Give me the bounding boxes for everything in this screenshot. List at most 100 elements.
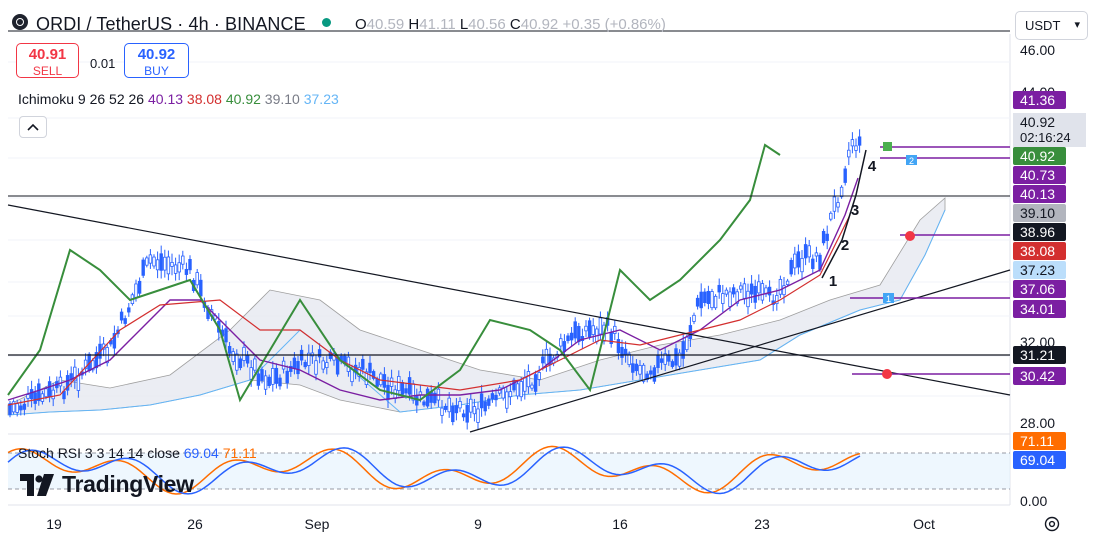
candle	[195, 272, 199, 286]
chevron-down-icon: ▾	[1074, 19, 1080, 31]
candle	[746, 290, 750, 308]
collapse-legend-button[interactable]	[19, 116, 47, 138]
candle	[695, 297, 700, 307]
stoch-tick-label: 0.00	[1020, 493, 1047, 509]
candle	[785, 280, 790, 285]
candle	[440, 407, 444, 416]
candle	[623, 348, 628, 356]
candle	[724, 289, 729, 295]
y-tick-label: 46.00	[1020, 42, 1055, 58]
ohlc-item: O40.59	[355, 16, 409, 33]
ichimoku-value: 40.92	[221, 91, 261, 107]
price-tag-label: 40.92	[1020, 114, 1055, 130]
candle	[537, 372, 541, 380]
candle	[559, 338, 563, 347]
candle	[26, 394, 30, 399]
buy-button[interactable]: 40.92 BUY	[124, 43, 189, 78]
candle	[634, 363, 639, 372]
candle	[476, 408, 480, 423]
buy-label: BUY	[144, 64, 169, 78]
bar-countdown: 02:16:24	[1020, 130, 1071, 145]
candle	[458, 401, 462, 409]
chart-header: ORDI / TetherUS · 4h · BINANCE O40.59 H4…	[0, 0, 1010, 34]
candle	[335, 357, 340, 375]
candle	[692, 314, 696, 322]
candle	[508, 391, 513, 398]
candle	[447, 397, 451, 413]
candle	[832, 196, 837, 212]
candle	[760, 283, 765, 301]
candle	[400, 382, 405, 395]
candle	[523, 377, 527, 392]
candle	[515, 383, 520, 397]
candle	[767, 286, 772, 296]
candle	[253, 358, 257, 371]
candle	[361, 358, 365, 370]
wave-label: 3	[851, 202, 859, 219]
candle	[134, 283, 138, 298]
candle	[811, 258, 815, 269]
currency-select[interactable]: USDT ▾	[1015, 11, 1088, 40]
spread-value: 0.01	[90, 56, 116, 71]
candle	[184, 268, 189, 275]
candle	[674, 348, 678, 366]
stoch-rsi-value: 71.11	[218, 445, 257, 461]
price-chart[interactable]: 46.0044.0032.0028.000.001926Sep91623Oct1…	[0, 0, 1100, 551]
candle	[829, 212, 833, 220]
candle	[76, 375, 81, 391]
ichimoku-legend[interactable]: Ichimoku 9 26 52 26 40.13 38.08 40.92 39…	[18, 91, 339, 107]
candle	[803, 244, 808, 259]
stoch-tag-label: 71.11	[1020, 433, 1054, 449]
sell-button[interactable]: 40.91 SELL	[16, 43, 79, 78]
candle	[638, 365, 642, 375]
price-tag-label: 39.10	[1020, 205, 1055, 221]
candle	[685, 336, 689, 351]
currency-value: USDT	[1025, 18, 1061, 33]
x-tick-label: 9	[474, 516, 482, 532]
candle	[613, 325, 617, 334]
price-tag-label: 37.06	[1020, 281, 1055, 297]
price-tag-label: 40.92	[1020, 148, 1055, 164]
ichimoku-value: 40.13	[147, 91, 184, 107]
alert-check-icon	[883, 142, 892, 151]
price-tag-label: 41.36	[1020, 92, 1055, 108]
chevron-up-icon	[27, 123, 39, 131]
symbol-logo-icon	[12, 14, 28, 30]
x-tick-label: 26	[187, 516, 203, 532]
ichimoku-value: 38.08	[183, 91, 222, 107]
stoch-tag-label: 69.04	[1020, 452, 1055, 468]
stoch-rsi-values: 69.04 71.11	[184, 445, 257, 461]
candle	[422, 401, 426, 406]
candle	[778, 278, 783, 295]
market-open-status-icon	[322, 18, 331, 27]
candle	[271, 368, 275, 385]
candle	[155, 259, 160, 271]
candle	[51, 389, 55, 400]
candle	[854, 145, 858, 151]
ohlc-item: H41.11	[408, 16, 460, 33]
symbol-title[interactable]: ORDI / TetherUS · 4h · BINANCE	[36, 14, 306, 35]
candle	[526, 371, 531, 388]
candle	[569, 332, 574, 341]
ichimoku-values: 40.13 38.08 40.92 39.10 37.23	[148, 91, 339, 107]
candle	[620, 346, 624, 358]
x-tick-label: Oct	[913, 516, 935, 532]
candle	[303, 361, 307, 368]
candle	[713, 295, 718, 309]
stop-marker-icon	[882, 369, 892, 379]
price-tag-label: 37.23	[1020, 262, 1055, 278]
candle	[706, 290, 711, 304]
candle	[703, 291, 707, 303]
candle	[753, 285, 757, 303]
candle	[425, 388, 430, 407]
candle	[461, 413, 466, 418]
candle	[479, 393, 484, 409]
candle	[573, 321, 577, 339]
candle	[123, 318, 127, 324]
wave-label: 4	[868, 158, 877, 175]
candle	[465, 404, 469, 423]
trendline-up	[469, 269, 1011, 433]
candle	[839, 186, 844, 198]
chart-settings-button[interactable]	[1041, 513, 1063, 535]
stoch-rsi-legend[interactable]: Stoch RSI 3 3 14 14 close 69.04 71.11	[18, 445, 257, 461]
